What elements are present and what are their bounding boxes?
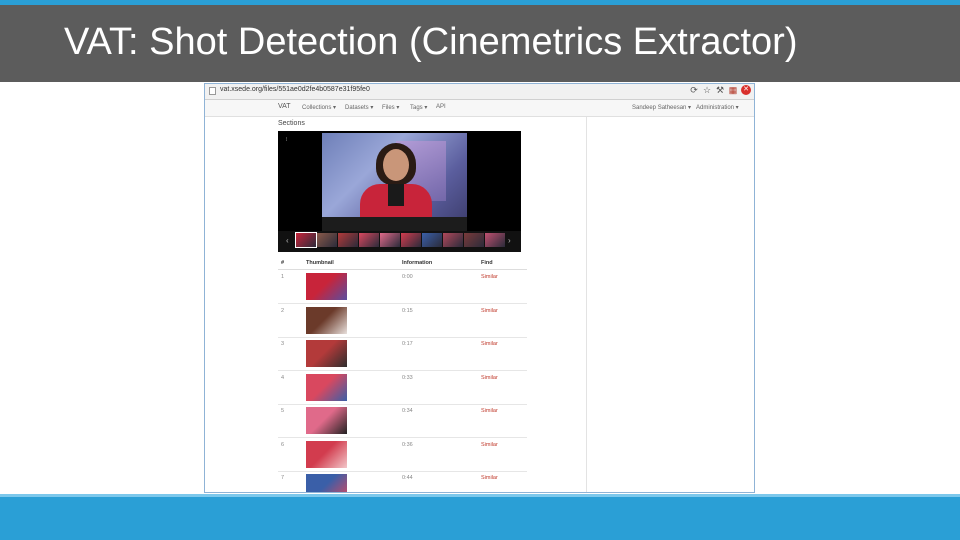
nav-item-datasets[interactable]: Datasets ▾ <box>345 104 373 111</box>
header-find: Find <box>481 260 493 266</box>
url-text[interactable]: vat.xsede.org/files/551ae0d2fe4b0587e31f… <box>220 86 370 93</box>
nav-item-collections[interactable]: Collections ▾ <box>302 104 336 111</box>
nav-user-menu[interactable]: Sandeep Satheesan ▾ <box>632 104 691 111</box>
nav-brand[interactable]: VAT <box>278 103 291 110</box>
row-information: 0:34 <box>402 408 413 414</box>
filmstrip-thumbnail[interactable] <box>464 233 484 247</box>
similar-link[interactable]: Similar <box>481 475 498 481</box>
filmstrip-prev-icon[interactable]: ‹ <box>286 236 289 245</box>
filmstrip-thumbnail[interactable] <box>401 233 421 247</box>
address-bar[interactable]: vat.xsede.org/files/551ae0d2fe4b0587e31f… <box>205 84 754 100</box>
row-number: 6 <box>281 441 285 448</box>
slide-footer <box>0 494 960 540</box>
nav-item-files[interactable]: Files ▾ <box>382 104 399 111</box>
slide-title: VAT: Shot Detection (Cinemetrics Extract… <box>64 21 798 63</box>
header-number: # <box>281 260 285 266</box>
shot-thumbnail[interactable] <box>306 340 347 367</box>
row-information: 0:33 <box>402 374 413 381</box>
row-number: 5 <box>281 408 285 414</box>
table-row: 5 0:34 Similar <box>278 404 527 438</box>
table-row: 2 0:15 Similar <box>278 304 527 338</box>
similar-link[interactable]: Similar <box>481 442 498 448</box>
nav-item-tags[interactable]: Tags ▾ <box>410 104 427 111</box>
table-row: 1 0:00 Similar <box>278 270 527 304</box>
navbar: VAT Collections ▾ Datasets ▾ Files ▾ Tag… <box>205 100 754 117</box>
slide-header: VAT: Shot Detection (Cinemetrics Extract… <box>0 0 960 82</box>
similar-link[interactable]: Similar <box>481 408 498 414</box>
news-desk <box>322 217 467 231</box>
shot-thumbnail[interactable] <box>306 474 347 492</box>
shot-thumbnail[interactable] <box>306 373 347 401</box>
nav-item-api[interactable]: API <box>436 104 446 110</box>
row-number: 7 <box>281 475 285 481</box>
row-number: 2 <box>281 307 285 314</box>
filmstrip-thumbnail[interactable] <box>485 233 505 247</box>
header-information: Information <box>402 260 433 266</box>
stop-icon[interactable]: ✕ <box>741 85 751 95</box>
shot-thumbnail[interactable] <box>306 306 347 334</box>
star-icon[interactable]: ☆ <box>702 85 712 95</box>
shot-thumbnail[interactable] <box>306 440 347 468</box>
header-thumbnail: Thumbnail <box>306 260 334 266</box>
similar-link[interactable]: Similar <box>481 375 498 381</box>
main-content: Sections ⁞ ‹ › # Thumbnail Information F… <box>205 117 586 492</box>
filmstrip-thumbnail[interactable] <box>380 233 400 247</box>
shot-thumbnail[interactable] <box>306 273 347 300</box>
row-number: 4 <box>281 374 285 381</box>
similar-link[interactable]: Similar <box>481 341 498 347</box>
row-information: 0:44 <box>402 475 413 481</box>
video-corner-mark: ⁞ <box>286 137 288 143</box>
row-information: 0:00 <box>402 274 413 280</box>
filmstrip: ‹ › <box>278 231 521 252</box>
table-row: 6 0:36 Similar <box>278 438 527 472</box>
similar-link[interactable]: Similar <box>481 274 498 280</box>
table-row: 4 0:33 Similar <box>278 371 527 405</box>
table-row: 7 0:44 Similar <box>278 471 527 492</box>
sections-title: Sections <box>278 120 305 127</box>
refresh-icon[interactable]: ⟳ <box>689 85 699 95</box>
filmstrip-thumbnail[interactable] <box>338 233 358 247</box>
row-information: 0:36 <box>402 441 413 448</box>
address-bar-icons: ⟳ ☆ ⚒ ▦ ✕ <box>689 85 751 95</box>
anchor-face <box>383 149 409 181</box>
filmstrip-thumbnail[interactable] <box>422 233 442 247</box>
table-header: # Thumbnail Information Find <box>278 259 527 270</box>
filmstrip-thumbnail[interactable] <box>317 233 337 247</box>
filmstrip-thumbnail[interactable] <box>359 233 379 247</box>
table-row: 3 0:17 Similar <box>278 337 527 371</box>
row-information: 0:15 <box>402 307 413 314</box>
filmstrip-thumbnail[interactable] <box>295 232 317 248</box>
wrench-icon[interactable]: ⚒ <box>715 85 725 95</box>
row-information: 0:17 <box>402 341 413 347</box>
shot-thumbnail[interactable] <box>306 407 347 434</box>
nav-admin-menu[interactable]: Administration ▾ <box>696 104 739 111</box>
right-panel <box>586 117 754 492</box>
row-number: 3 <box>281 341 285 347</box>
anchor-shirt <box>388 184 404 206</box>
video-frame: ⁞ <box>278 131 521 231</box>
row-number: 1 <box>281 274 285 280</box>
similar-link[interactable]: Similar <box>481 308 498 314</box>
video-player[interactable]: ⁞ ‹ › <box>278 131 521 252</box>
filmstrip-thumbnail[interactable] <box>443 233 463 247</box>
browser-window: vat.xsede.org/files/551ae0d2fe4b0587e31f… <box>204 83 755 493</box>
page-icon <box>209 87 216 95</box>
filmstrip-next-icon[interactable]: › <box>508 236 511 245</box>
apps-icon[interactable]: ▦ <box>728 85 738 95</box>
